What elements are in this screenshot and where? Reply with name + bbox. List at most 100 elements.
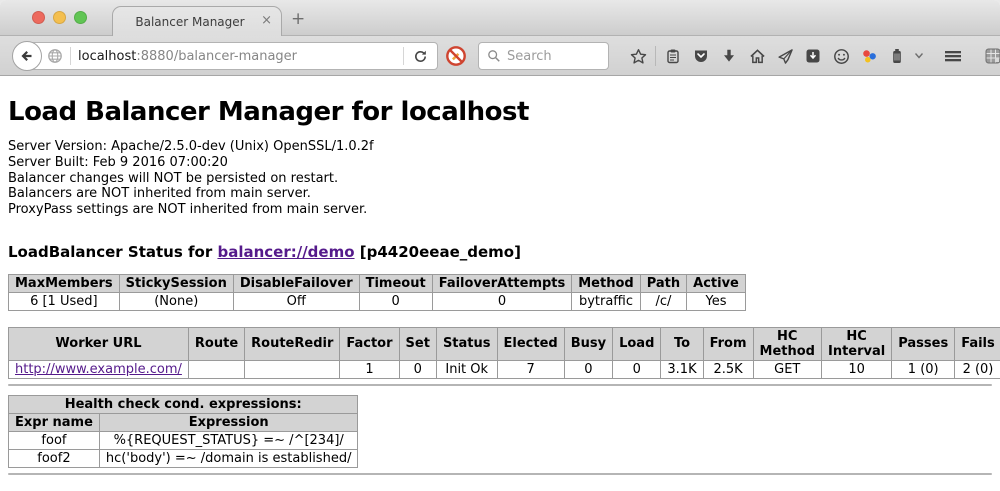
- url-host: localhost: [78, 49, 136, 64]
- column-header: Busy: [564, 327, 612, 360]
- factor-cell: 1: [340, 360, 399, 378]
- colored-dots-addon-button[interactable]: [855, 42, 883, 70]
- reload-icon: [413, 49, 428, 64]
- hc-interval-cell: 10: [821, 360, 891, 378]
- pocket-button[interactable]: [687, 42, 715, 70]
- column-header: FailoverAttempts: [432, 274, 572, 292]
- route-cell: [188, 360, 244, 378]
- worker-table: Worker URL Route RouteRedir Factor Set S…: [8, 327, 1000, 379]
- table-title-row: Health check cond. expressions:: [9, 395, 358, 413]
- active-cell: Yes: [687, 292, 746, 310]
- send-tab-button[interactable]: [771, 42, 799, 70]
- bottom-divider: [8, 473, 992, 475]
- column-header: Path: [640, 274, 686, 292]
- table-header-row: Expr name Expression: [9, 413, 358, 431]
- download-arrow-icon: [721, 48, 737, 64]
- status-cell: Init Ok: [436, 360, 497, 378]
- column-header: Status: [436, 327, 497, 360]
- column-header: Worker URL: [9, 327, 189, 360]
- worker-row: http://www.example.com/ 1 0 Init Ok 7 0 …: [9, 360, 1000, 378]
- balancer-settings-table: MaxMembers StickySession DisableFailover…: [8, 274, 746, 311]
- expression-row: foof2 hc('body') =~ /domain is establish…: [9, 449, 358, 467]
- routeredir-cell: [245, 360, 340, 378]
- downloads-panel-icon: [805, 48, 821, 64]
- maxmembers-cell: 6 [1 Used]: [9, 292, 120, 310]
- send-icon: [777, 48, 794, 65]
- column-header: HC Interval: [821, 327, 891, 360]
- browser-tab[interactable]: Balancer Manager ×: [112, 6, 282, 37]
- url-text[interactable]: localhost:8880/balancer-manager: [78, 49, 403, 64]
- back-button[interactable]: [12, 41, 42, 71]
- search-input[interactable]: Search: [478, 42, 609, 70]
- addon-dropdown-button[interactable]: [911, 42, 927, 70]
- page-title: Load Balancer Manager for localhost: [8, 97, 992, 127]
- fails-cell: 2 (0): [955, 360, 1000, 378]
- container-addon-button[interactable]: [883, 42, 911, 70]
- home-button[interactable]: [743, 42, 771, 70]
- hamburger-menu-icon: [944, 48, 962, 64]
- tab-close-icon[interactable]: ×: [261, 14, 272, 27]
- table-header-row: MaxMembers StickySession DisableFailover…: [9, 274, 746, 292]
- clipboard-button[interactable]: [659, 42, 687, 70]
- globe-icon: [47, 48, 63, 64]
- load-cell: 0: [613, 360, 661, 378]
- passes-cell: 1 (0): [892, 360, 955, 378]
- timeout-cell: 0: [359, 292, 432, 310]
- download-button[interactable]: [715, 42, 743, 70]
- minimize-window-button[interactable]: [53, 11, 66, 24]
- column-header: MaxMembers: [9, 274, 120, 292]
- pocket-icon: [693, 48, 709, 64]
- url-path: :8880/balancer-manager: [136, 49, 297, 64]
- column-header: Elected: [497, 327, 564, 360]
- navigation-toolbar: localhost:8880/balancer-manager Search: [0, 36, 1000, 76]
- tab-title: Balancer Manager: [135, 15, 244, 29]
- proxypass-settings-line: ProxyPass settings are NOT inherited fro…: [8, 202, 992, 218]
- expr-name-cell: foof: [9, 431, 100, 449]
- set-cell: 0: [399, 360, 436, 378]
- path-cell: /c/: [640, 292, 686, 310]
- to-cell: 3.1K: [661, 360, 703, 378]
- chevron-down-icon: [915, 53, 923, 59]
- flash-block-icon: [445, 45, 467, 67]
- health-table-title: Health check cond. expressions:: [9, 395, 358, 413]
- column-header: To: [661, 327, 703, 360]
- server-info: Server Version: Apache/2.5.0-dev (Unix) …: [8, 139, 992, 218]
- flash-block-button[interactable]: [444, 44, 468, 68]
- column-header: Method: [572, 274, 640, 292]
- table-header-row: Worker URL Route RouteRedir Factor Set S…: [9, 327, 1000, 360]
- search-placeholder: Search: [507, 49, 552, 64]
- column-header: From: [703, 327, 753, 360]
- url-bar[interactable]: localhost:8880/balancer-manager: [30, 42, 438, 70]
- pages-grid-button[interactable]: [979, 42, 1000, 70]
- reload-button[interactable]: [403, 47, 437, 65]
- menu-button[interactable]: [939, 42, 967, 70]
- expression-cell: hc('body') =~ /domain is established/: [99, 449, 358, 467]
- browser-window: Balancer Manager × + localhost:8880/bala…: [0, 0, 1000, 491]
- column-header: Factor: [340, 327, 399, 360]
- downloads-panel-button[interactable]: [799, 42, 827, 70]
- balancer-demo-link[interactable]: balancer://demo: [217, 243, 354, 261]
- column-header: Expression: [99, 413, 358, 431]
- expr-name-cell: foof2: [9, 449, 100, 467]
- home-icon: [749, 48, 766, 65]
- worker-url-cell: http://www.example.com/: [9, 360, 189, 378]
- worker-url-link[interactable]: http://www.example.com/: [15, 362, 182, 377]
- busy-cell: 0: [564, 360, 612, 378]
- server-version-line: Server Version: Apache/2.5.0-dev (Unix) …: [8, 139, 992, 155]
- pages-grid-icon: [984, 47, 1000, 65]
- loadbalancer-status-heading: LoadBalancer Status for balancer://demo …: [8, 243, 992, 261]
- server-built-line: Server Built: Feb 9 2016 07:00:20: [8, 155, 992, 171]
- new-tab-button[interactable]: +: [291, 9, 305, 29]
- feedback-smiley-button[interactable]: [827, 42, 855, 70]
- column-header: DisableFailover: [233, 274, 359, 292]
- urlbar-divider: [70, 47, 71, 65]
- column-header: Fails: [955, 327, 1000, 360]
- status-heading-suffix: [p4420eeae_demo]: [355, 243, 521, 261]
- column-header: StickySession: [119, 274, 233, 292]
- bookmark-star-button[interactable]: [624, 42, 652, 70]
- column-header: Route: [188, 327, 244, 360]
- zoom-window-button[interactable]: [74, 11, 87, 24]
- column-header: RouteRedir: [245, 327, 340, 360]
- disablefailover-cell: Off: [233, 292, 359, 310]
- close-window-button[interactable]: [32, 11, 45, 24]
